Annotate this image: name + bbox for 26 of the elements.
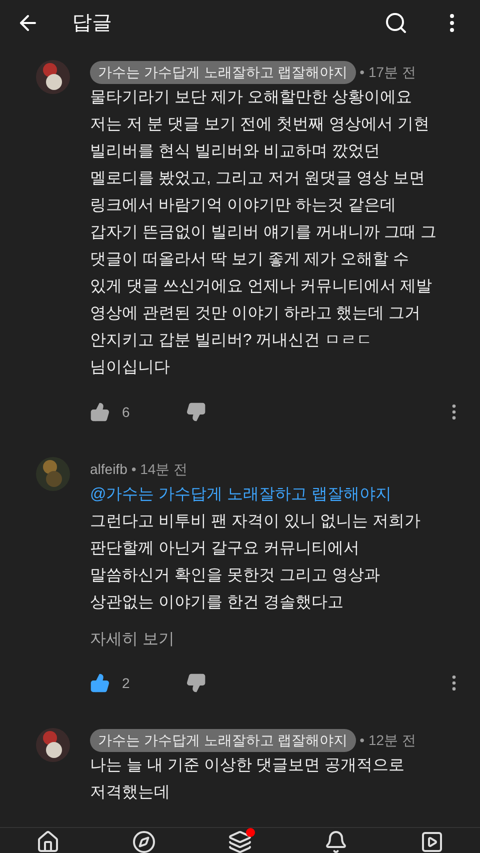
comment-text: 물타기라기 보단 제가 오해할만한 상황이에요 저는 저 분 댓글 보기 전에 첫번째 영상에서 기현 빌리버를 현식 빌리버와 비교하며 깠었던 멜로디를 봤었고, 그리고 저거 원댓글 영상 보면 링크에서 바람기억 이야기만 하는것 같은데 갑자기 뜬금없이 빌리버 얘기를 꺼내니까 그때 그 댓글이 떠올라서 딱 보기 좋게 제가 오해할 수 있게 댓글 쓰신거에요 언제나 커뮤니티에서 제발 영상에 관련된 것만 이야기 하라고 했는데 그거 안지키고 갑분 빌리버? 꺼내신건 ㅁㄹㄷ 님이십니다	[90, 88, 438, 378]
comment-time: • 17분 전	[360, 62, 416, 82]
author-name[interactable]: alfeifb	[90, 458, 128, 480]
compass-icon[interactable]	[132, 830, 156, 853]
like-count: 6	[122, 402, 130, 422]
play-icon[interactable]	[420, 830, 444, 853]
home-icon[interactable]	[36, 830, 60, 853]
stack-icon[interactable]	[228, 830, 252, 853]
author-name[interactable]: 가수는 가수답게 노래잘하고 랩잘해야지	[90, 728, 356, 752]
bell-icon[interactable]	[324, 830, 348, 853]
like-icon[interactable]	[90, 673, 110, 693]
page-title: 답글	[72, 11, 112, 36]
comment-time: • 14분 전	[131, 460, 188, 478]
mention-link[interactable]: @가수는 가수답게 노래잘하고 랩잘해야지	[90, 481, 464, 508]
avatar[interactable]	[36, 60, 70, 94]
like-count: 2	[122, 674, 130, 692]
comment-text: 그런다고 비투비 팬 자격이 있니 없니는 저희가 판단할께 아닌거 갈구요 커뮤니티에서 말씀하신거 확인을 못한것 그리고 영상과 상관없는 이야기를 한건 경솔했다고	[90, 512, 422, 613]
comment-time: • 12분 전	[360, 730, 416, 750]
dislike-icon[interactable]	[186, 673, 206, 693]
read-more-link[interactable]: 자세히 보기	[90, 628, 174, 652]
like-icon[interactable]	[90, 402, 110, 422]
avatar[interactable]	[36, 728, 70, 762]
comment-text: 나는 늘 내 기준 이상한 댓글보면 공개적으로 저격했는데	[90, 756, 406, 803]
search-icon[interactable]	[384, 11, 408, 35]
dislike-icon[interactable]	[186, 402, 206, 422]
author-name[interactable]: 가수는 가수답게 노래잘하고 랩잘해야지	[90, 60, 356, 84]
